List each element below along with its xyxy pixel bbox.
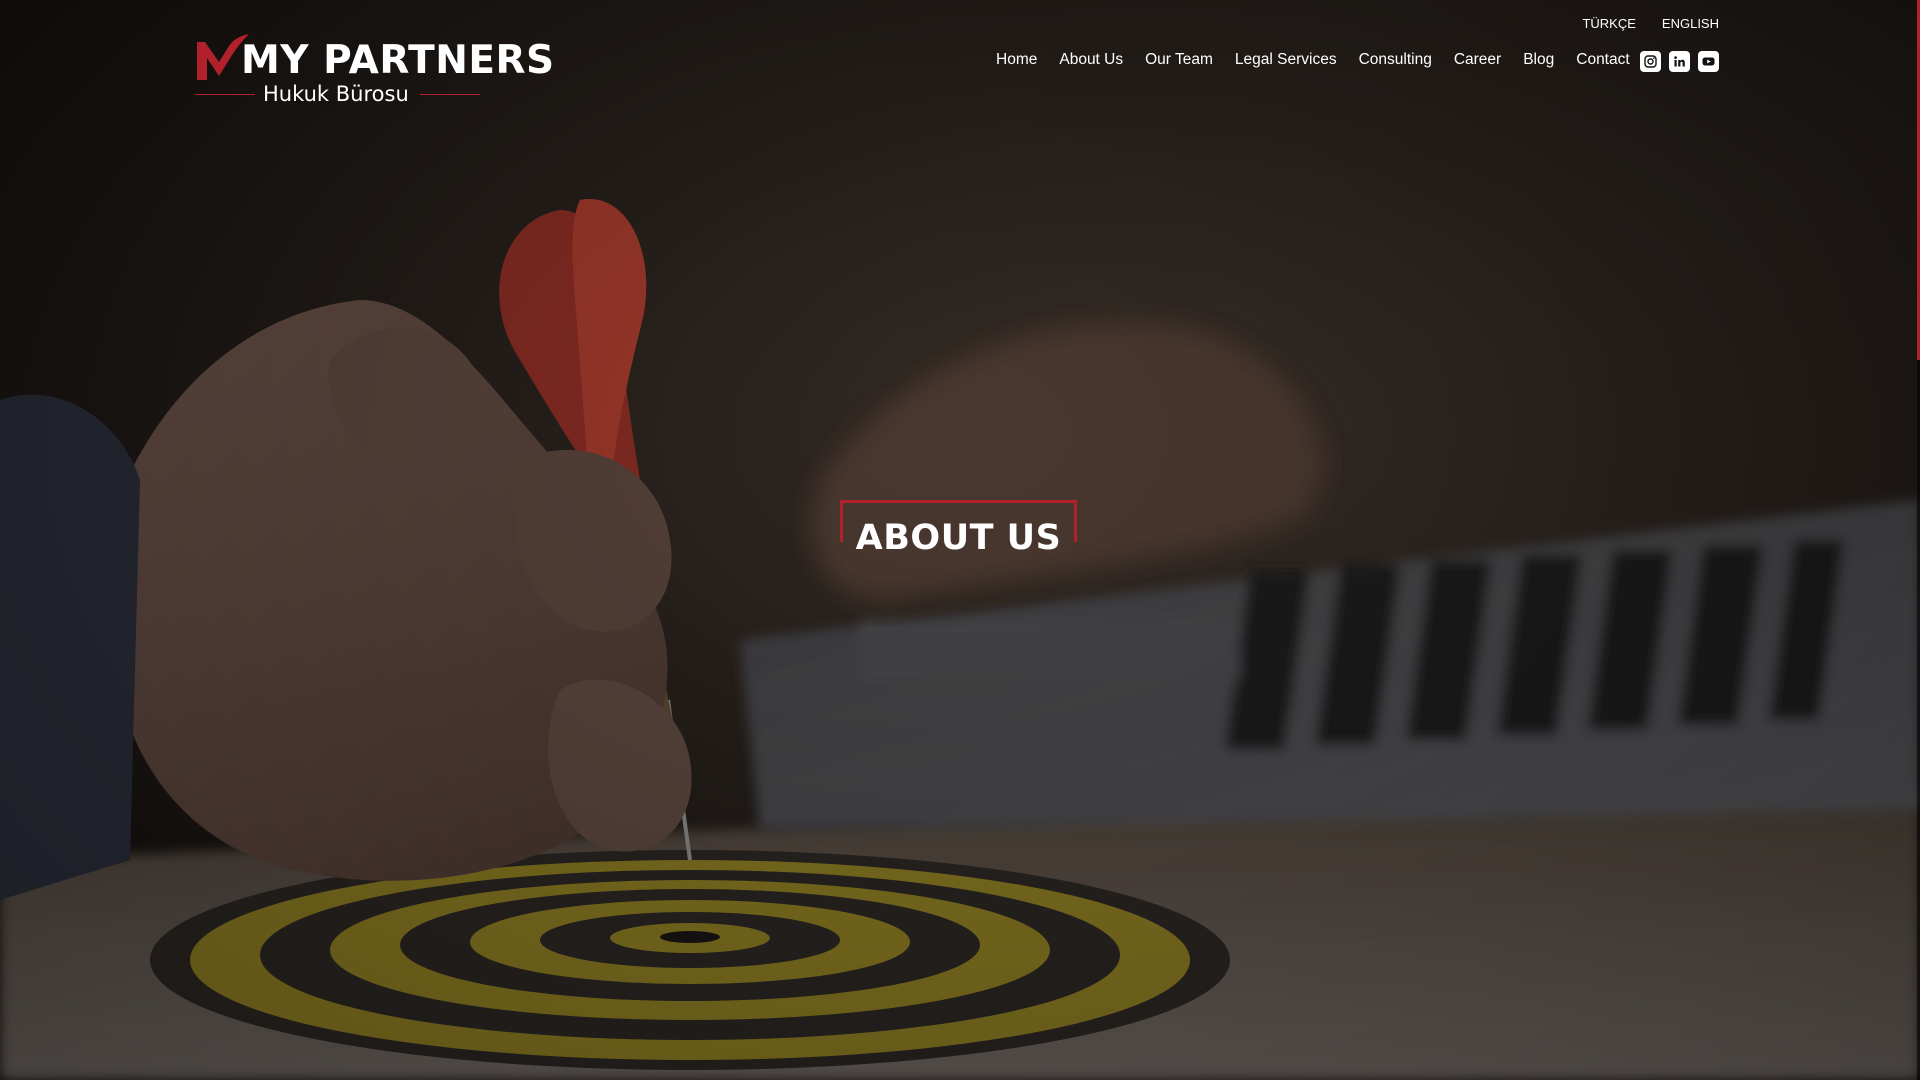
nav-item-our-team[interactable]: Our Team <box>1145 51 1213 69</box>
nav-item-home[interactable]: Home <box>996 51 1037 69</box>
youtube-icon <box>1702 57 1715 66</box>
logo-subtitle: Hukuk Bürosu <box>263 82 409 106</box>
logo-rule-right <box>420 94 480 95</box>
instagram-icon <box>1644 55 1657 68</box>
page-title: ABOUT US <box>855 518 1062 558</box>
nav-item-contact[interactable]: Contact <box>1576 51 1629 69</box>
site-logo[interactable]: MY PARTNERS Hukuk Bürosu <box>195 34 554 108</box>
nav-item-legal-services[interactable]: Legal Services <box>1235 51 1337 69</box>
main-navigation: Home About Us Our Team Legal Services Co… <box>996 51 1630 69</box>
youtube-button[interactable] <box>1698 51 1719 72</box>
nav-item-career[interactable]: Career <box>1454 51 1501 69</box>
linkedin-button[interactable] <box>1669 51 1690 72</box>
language-english-link[interactable]: ENGLISH <box>1662 16 1719 31</box>
nav-item-consulting[interactable]: Consulting <box>1359 51 1432 69</box>
nav-item-blog[interactable]: Blog <box>1523 51 1554 69</box>
social-links <box>1640 51 1719 72</box>
linkedin-icon <box>1674 56 1685 67</box>
language-turkish-link[interactable]: TÜRKÇE <box>1582 16 1635 31</box>
logo-title: MY PARTNERS <box>241 38 555 83</box>
logo-rule-left <box>195 94 255 95</box>
instagram-button[interactable] <box>1640 51 1661 72</box>
language-switcher: TÜRKÇE ENGLISH <box>1582 16 1719 31</box>
nav-item-about-us[interactable]: About Us <box>1059 51 1123 69</box>
